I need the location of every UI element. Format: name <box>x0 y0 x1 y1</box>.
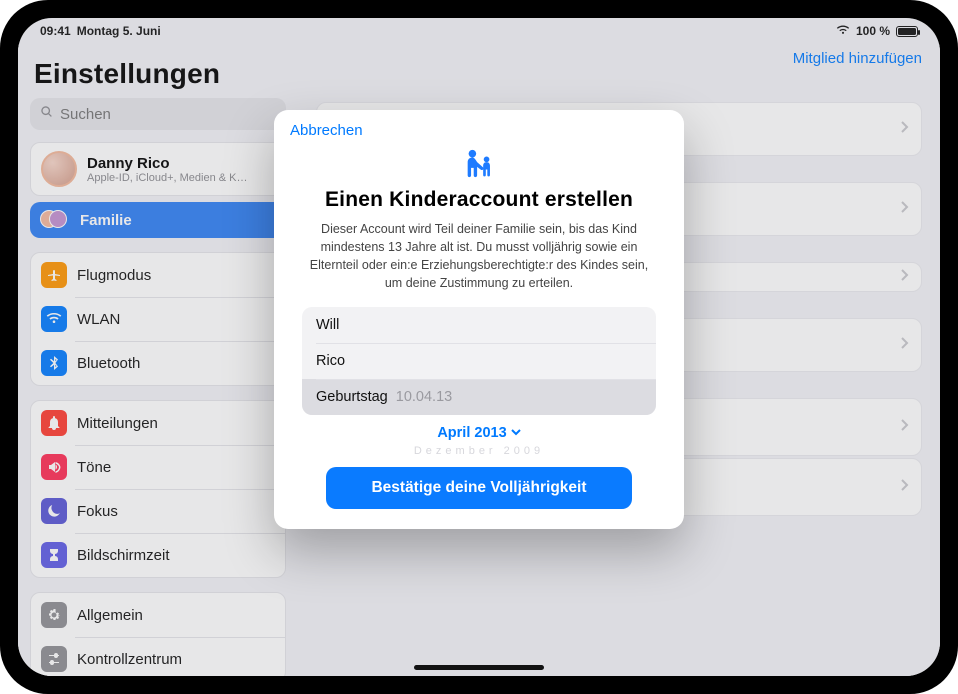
birthday-value: 10.04.13 <box>396 389 452 405</box>
ipad-frame: 09:41 Montag 5. Juni 100 % Einstellungen <box>0 0 958 694</box>
parent-child-icon <box>460 148 498 182</box>
chevron-down-icon <box>511 425 521 441</box>
birthday-field[interactable]: Geburtstag 10.04.13 <box>302 379 656 415</box>
create-child-account-modal: Abbrechen Einen Kinderaccount erstellen … <box>274 110 684 529</box>
cancel-button[interactable]: Abbrechen <box>290 122 363 139</box>
screen: 09:41 Montag 5. Juni 100 % Einstellungen <box>18 18 940 676</box>
first-name-value: Will <box>316 317 339 333</box>
date-wheel-hint: Dezember 2009 <box>302 445 656 459</box>
last-name-value: Rico <box>316 353 345 369</box>
modal-title: Einen Kinderaccount erstellen <box>302 188 656 212</box>
first-name-field[interactable]: Will <box>302 307 656 343</box>
month-year-picker[interactable]: April 2013 <box>302 425 656 441</box>
last-name-field[interactable]: Rico <box>302 343 656 379</box>
modal-description: Dieser Account wird Teil deiner Familie … <box>306 220 652 293</box>
birthday-label: Geburtstag <box>316 389 388 405</box>
home-indicator[interactable] <box>414 665 544 670</box>
confirm-adulthood-button[interactable]: Bestätige deine Volljährigkeit <box>326 467 632 509</box>
month-year-label: April 2013 <box>437 425 506 441</box>
child-form: Will Rico Geburtstag 10.04.13 <box>302 307 656 415</box>
